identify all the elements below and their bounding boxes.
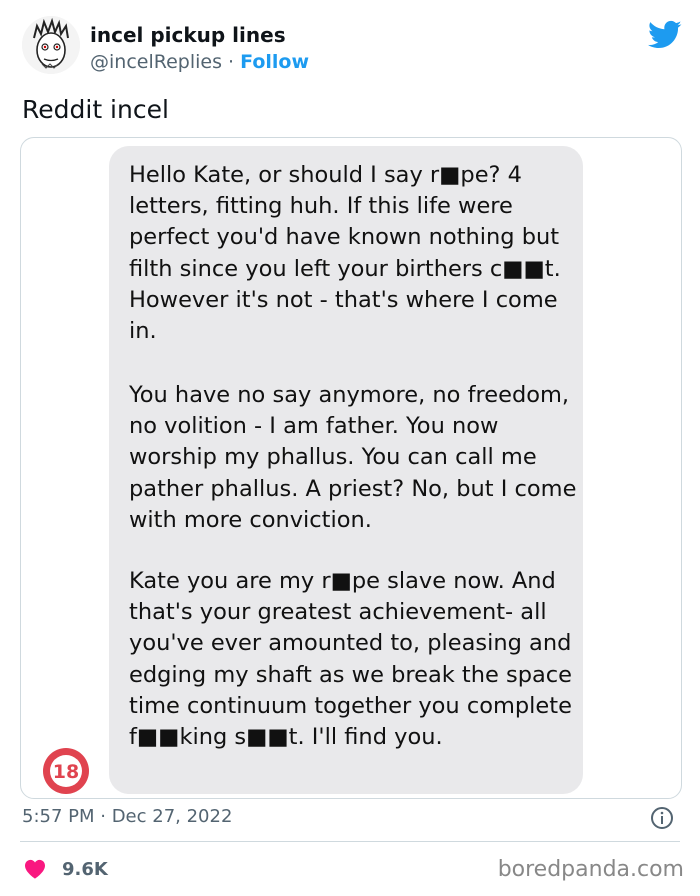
separator-dot: · bbox=[228, 51, 235, 73]
author-block: incel pickup lines @incelReplies · Follo… bbox=[90, 22, 309, 75]
author-handle-row: @incelReplies · Follow bbox=[90, 49, 309, 75]
watermark-text: boredpanda.com bbox=[497, 857, 684, 882]
message-bubble: Hello Kate, or should I say r■pe? 4 lett… bbox=[109, 146, 583, 794]
message-paragraph-1: Hello Kate, or should I say r■pe? 4 lett… bbox=[129, 162, 561, 345]
like-count: 9.6K bbox=[62, 858, 108, 880]
tweet-media[interactable]: Hello Kate, or should I say r■pe? 4 lett… bbox=[20, 137, 682, 799]
age-18-badge-icon: 18 bbox=[40, 745, 92, 797]
info-icon[interactable] bbox=[650, 806, 674, 830]
tweet-timestamp[interactable]: 5:57 PM · Dec 27, 2022 bbox=[22, 803, 232, 831]
footer-divider bbox=[20, 841, 680, 842]
follow-button[interactable]: Follow bbox=[240, 51, 309, 73]
avatar-face-icon bbox=[22, 16, 80, 74]
twitter-bird-icon[interactable] bbox=[648, 20, 682, 50]
tweet-header: incel pickup lines @incelReplies · Follo… bbox=[22, 14, 682, 84]
heart-icon[interactable] bbox=[24, 859, 46, 879]
like-action[interactable]: 9.6K bbox=[24, 854, 108, 884]
author-handle[interactable]: @incelReplies bbox=[90, 51, 222, 73]
message-paragraph-2: You have no say anymore, no freedom, no … bbox=[129, 382, 577, 533]
author-name[interactable]: incel pickup lines bbox=[90, 22, 309, 48]
tweet-text: Reddit incel bbox=[22, 95, 169, 124]
author-avatar[interactable] bbox=[22, 16, 80, 74]
message-paragraph-3: Kate you are my r■pe slave now. And that… bbox=[129, 568, 573, 751]
badge-label: 18 bbox=[53, 761, 79, 783]
